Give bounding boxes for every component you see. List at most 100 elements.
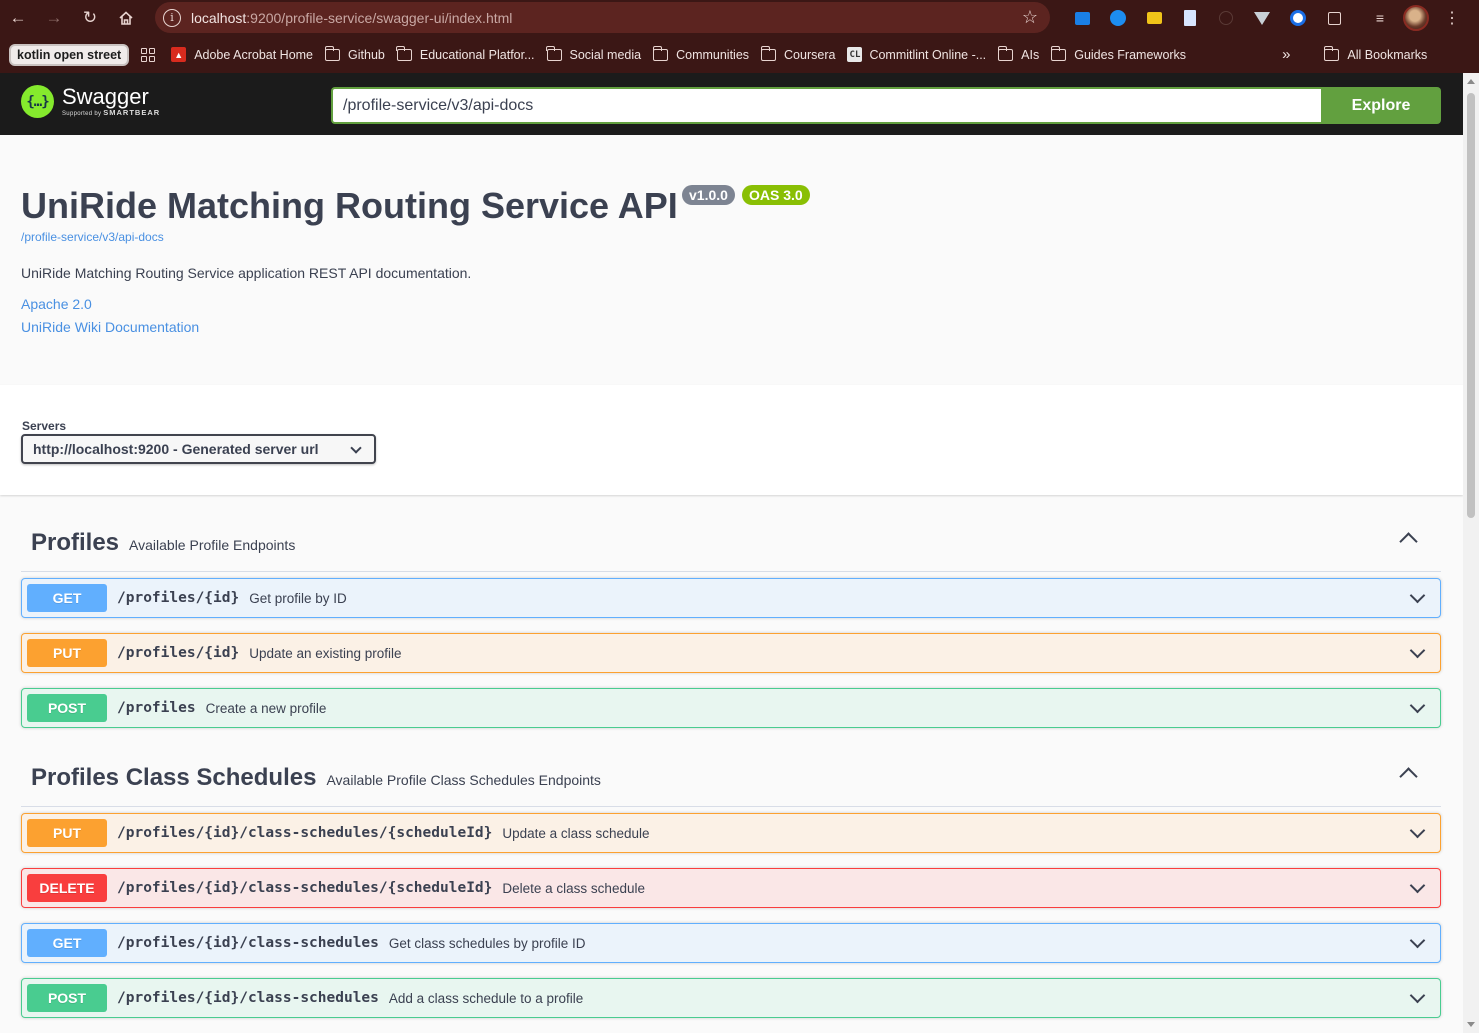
profile-button[interactable] bbox=[1398, 0, 1434, 36]
bookmark-folder[interactable]: Coursera bbox=[755, 41, 841, 69]
operation-path: /profiles/{id}/class-schedules/{schedule… bbox=[117, 880, 493, 896]
browser-menu-button[interactable]: ⋮ bbox=[1434, 0, 1470, 36]
bookmark-folder[interactable]: Communities bbox=[647, 41, 755, 69]
chevron-down-icon[interactable] bbox=[1409, 642, 1426, 659]
extension-button[interactable] bbox=[1280, 0, 1316, 36]
operation-delete-class-schedule[interactable]: DELETE /profiles/{id}/class-schedules/{s… bbox=[21, 868, 1441, 908]
method-badge: GET bbox=[27, 929, 107, 957]
bookmark-folder[interactable]: Educational Platfor... bbox=[391, 41, 541, 69]
chevron-down-icon[interactable] bbox=[1409, 822, 1426, 839]
operation-path: /profiles bbox=[117, 700, 196, 716]
bookmark-item[interactable]: CL Commitlint Online -... bbox=[841, 41, 992, 69]
chevron-down-icon[interactable] bbox=[1409, 697, 1426, 714]
chevron-down-icon[interactable] bbox=[1409, 987, 1426, 1004]
extensions-menu-button[interactable] bbox=[1316, 0, 1352, 36]
operation-path: /profiles/{id} bbox=[117, 590, 240, 606]
bookmark-folder[interactable]: Social media bbox=[541, 41, 648, 69]
scrollbar-thumb[interactable] bbox=[1467, 93, 1475, 518]
pdf-icon: ▲ bbox=[171, 47, 187, 62]
oas-badge: OAS 3.0 bbox=[742, 185, 810, 205]
commitlint-icon: CL bbox=[847, 47, 863, 62]
tag-name: Profiles Class Schedules bbox=[31, 764, 317, 791]
forward-arrow-icon: → bbox=[45, 8, 63, 27]
license-link[interactable]: Apache 2.0 bbox=[21, 296, 92, 312]
bookmark-folder[interactable]: Github bbox=[319, 41, 391, 69]
method-badge: PUT bbox=[27, 639, 107, 667]
explore-button[interactable]: Explore bbox=[1321, 87, 1441, 124]
version-badge: v1.0.0 bbox=[682, 185, 735, 205]
scroll-up-icon[interactable] bbox=[1467, 79, 1475, 84]
operation-path: /profiles/{id}/class-schedules bbox=[117, 935, 379, 951]
extension-button[interactable] bbox=[1244, 0, 1280, 36]
chevron-up-icon[interactable] bbox=[1399, 767, 1418, 786]
chevron-up-icon[interactable] bbox=[1399, 532, 1418, 551]
operation-put-profile[interactable]: PUT /profiles/{id} Update an existing pr… bbox=[21, 633, 1441, 673]
folder-icon bbox=[1323, 45, 1340, 61]
spec-url-link[interactable]: /profile-service/v3/api-docs bbox=[21, 230, 164, 244]
operation-get-class-schedules[interactable]: GET /profiles/{id}/class-schedules Get c… bbox=[21, 923, 1441, 963]
operation-summary: Get class schedules by profile ID bbox=[388, 935, 586, 951]
forward-button[interactable]: → bbox=[36, 0, 72, 36]
window-extension-icon bbox=[1074, 11, 1090, 25]
method-badge: DELETE bbox=[27, 874, 107, 902]
back-button[interactable]: ← bbox=[0, 0, 36, 36]
home-icon bbox=[119, 11, 133, 25]
operation-post-class-schedule[interactable]: POST /profiles/{id}/class-schedules Add … bbox=[21, 978, 1441, 1018]
extension-button[interactable] bbox=[1208, 0, 1244, 36]
servers-select[interactable]: http://localhost:9200 - Generated server… bbox=[21, 434, 376, 464]
operation-summary: Update an existing profile bbox=[249, 645, 402, 661]
tag-header[interactable]: Profiles Available Profile Endpoints bbox=[21, 515, 1441, 572]
page-scrollbar[interactable] bbox=[1463, 73, 1479, 1033]
chevron-down-icon[interactable] bbox=[1409, 877, 1426, 894]
scroll-down-icon[interactable] bbox=[1467, 1022, 1475, 1027]
extension-button[interactable] bbox=[1136, 0, 1172, 36]
reload-button[interactable]: ↻ bbox=[72, 0, 108, 36]
more-bookmarks-button[interactable]: » bbox=[1276, 41, 1296, 69]
tag-header[interactable]: Profiles Class Schedules Available Profi… bbox=[21, 750, 1441, 807]
operation-path: /profiles/{id}/class-schedules/{schedule… bbox=[117, 825, 493, 841]
folder-icon bbox=[652, 45, 669, 61]
all-bookmarks-folder[interactable]: All Bookmarks bbox=[1318, 41, 1433, 69]
servers-label: Servers bbox=[22, 419, 67, 433]
apps-grid-icon[interactable] bbox=[141, 47, 156, 62]
bookmark-item[interactable]: ▲ Adobe Acrobat Home bbox=[165, 41, 319, 69]
method-badge: GET bbox=[27, 584, 107, 612]
bookmark-folder[interactable]: AIs bbox=[992, 41, 1045, 69]
extension-button[interactable] bbox=[1172, 0, 1208, 36]
extension-button[interactable] bbox=[1064, 0, 1100, 36]
browser-chrome: ← → ↻ i localhost:9200/profile-service/s… bbox=[0, 0, 1479, 73]
reading-list-button[interactable]: ≡ bbox=[1362, 0, 1398, 36]
chevron-down-icon[interactable] bbox=[1409, 932, 1426, 949]
operation-summary: Add a class schedule to a profile bbox=[388, 990, 584, 1006]
wiki-docs-link[interactable]: UniRide Wiki Documentation bbox=[21, 319, 199, 335]
address-bar[interactable]: i localhost:9200/profile-service/swagger… bbox=[155, 2, 1050, 33]
reading-list-icon: ≡ bbox=[1375, 10, 1385, 26]
servers-selected-value: http://localhost:9200 - Generated server… bbox=[33, 441, 319, 457]
bookmark-folder[interactable]: Guides Frameworks bbox=[1045, 41, 1192, 69]
servers-section: Servers http://localhost:9200 - Generate… bbox=[0, 385, 1463, 495]
chevron-down-icon[interactable] bbox=[1409, 587, 1426, 604]
operation-path: /profiles/{id} bbox=[117, 645, 240, 661]
operation-path: /profiles/{id}/class-schedules bbox=[117, 990, 379, 1006]
method-badge: PUT bbox=[27, 819, 107, 847]
method-badge: POST bbox=[27, 694, 107, 722]
swagger-topbar: {…} Swagger Supported by SMARTBEAR Explo… bbox=[0, 73, 1463, 135]
extension-button[interactable] bbox=[1100, 0, 1136, 36]
swagger-logo[interactable]: {…} Swagger Supported by SMARTBEAR bbox=[21, 85, 160, 118]
bookmark-chip[interactable]: kotlin open street bbox=[9, 43, 130, 66]
bookmark-star-icon[interactable]: ☆ bbox=[1022, 7, 1038, 28]
operation-post-profile[interactable]: POST /profiles Create a new profile bbox=[21, 688, 1441, 728]
operation-put-class-schedule[interactable]: PUT /profiles/{id}/class-schedules/{sche… bbox=[21, 813, 1441, 853]
dark-extension-icon bbox=[1219, 11, 1233, 25]
folder-icon bbox=[760, 45, 777, 61]
tag-section-class-schedules: Profiles Class Schedules Available Profi… bbox=[21, 750, 1441, 1018]
spec-url-input[interactable] bbox=[331, 87, 1321, 124]
operation-summary: Delete a class schedule bbox=[502, 880, 645, 896]
swagger-logo-name: Swagger bbox=[62, 84, 149, 109]
home-button[interactable] bbox=[108, 0, 144, 36]
folder-icon bbox=[324, 45, 341, 61]
avatar bbox=[1403, 5, 1429, 31]
operation-get-profile[interactable]: GET /profiles/{id} Get profile by ID bbox=[21, 578, 1441, 618]
address-url: localhost:9200/profile-service/swagger-u… bbox=[191, 9, 513, 26]
site-info-icon[interactable]: i bbox=[163, 8, 181, 27]
